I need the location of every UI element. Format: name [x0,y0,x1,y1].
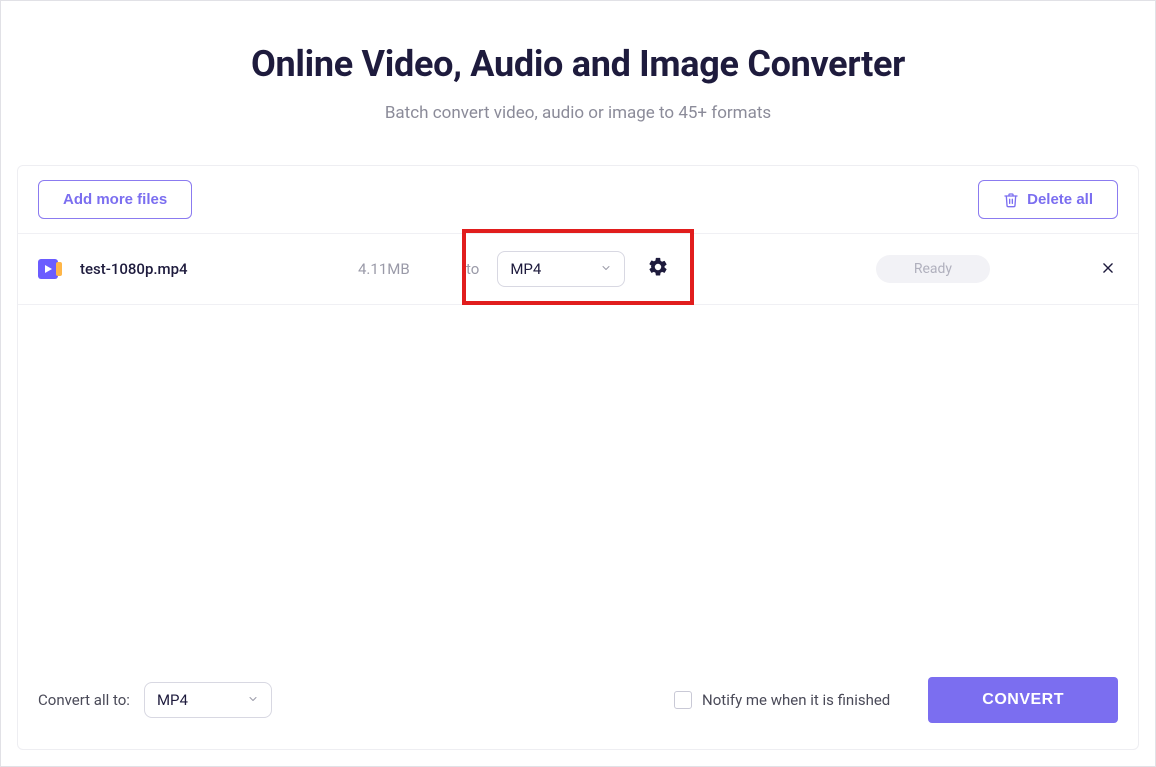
remove-file-button[interactable] [1098,259,1118,280]
file-row: test-1080p.mp4 4.11MB to MP4 Ready [18,233,1138,305]
convert-all-label: Convert all to: [38,691,130,709]
video-file-icon [38,257,62,281]
hero: Online Video, Audio and Image Converter … [1,1,1155,123]
file-name: test-1080p.mp4 [80,260,340,278]
add-more-files-button[interactable]: Add more files [38,180,192,219]
convert-button[interactable]: CONVERT [928,677,1118,723]
convert-button-label: CONVERT [982,691,1064,708]
file-size: 4.11MB [358,260,438,278]
panel-toolbar: Add more files Delete all [18,166,1138,233]
status-badge: Ready [876,255,990,283]
footer-format-value: MP4 [157,691,188,709]
converter-panel: Add more files Delete all test-1080p.mp4… [17,165,1139,750]
delete-all-button[interactable]: Delete all [978,180,1118,219]
gear-icon [647,256,669,282]
add-more-files-label: Add more files [63,191,167,208]
chevron-down-icon [600,262,612,277]
page-title: Online Video, Audio and Image Converter [1,43,1155,85]
footer-format-select[interactable]: MP4 [144,682,272,718]
app-frame: Online Video, Audio and Image Converter … [0,0,1156,767]
row-format-value: MP4 [510,260,541,278]
panel-footer: Convert all to: MP4 Notify me when it is… [18,657,1138,749]
close-icon [1101,259,1115,280]
delete-all-label: Delete all [1027,191,1093,208]
page-subtitle: Batch convert video, audio or image to 4… [1,103,1155,123]
notify-option: Notify me when it is finished [674,691,890,709]
to-label: to [466,260,479,278]
row-format-select[interactable]: MP4 [497,251,625,287]
trash-icon [1003,192,1019,208]
row-settings-button[interactable] [643,254,673,284]
notify-label: Notify me when it is finished [702,691,890,709]
notify-checkbox[interactable] [674,691,692,709]
chevron-down-icon [247,693,259,708]
